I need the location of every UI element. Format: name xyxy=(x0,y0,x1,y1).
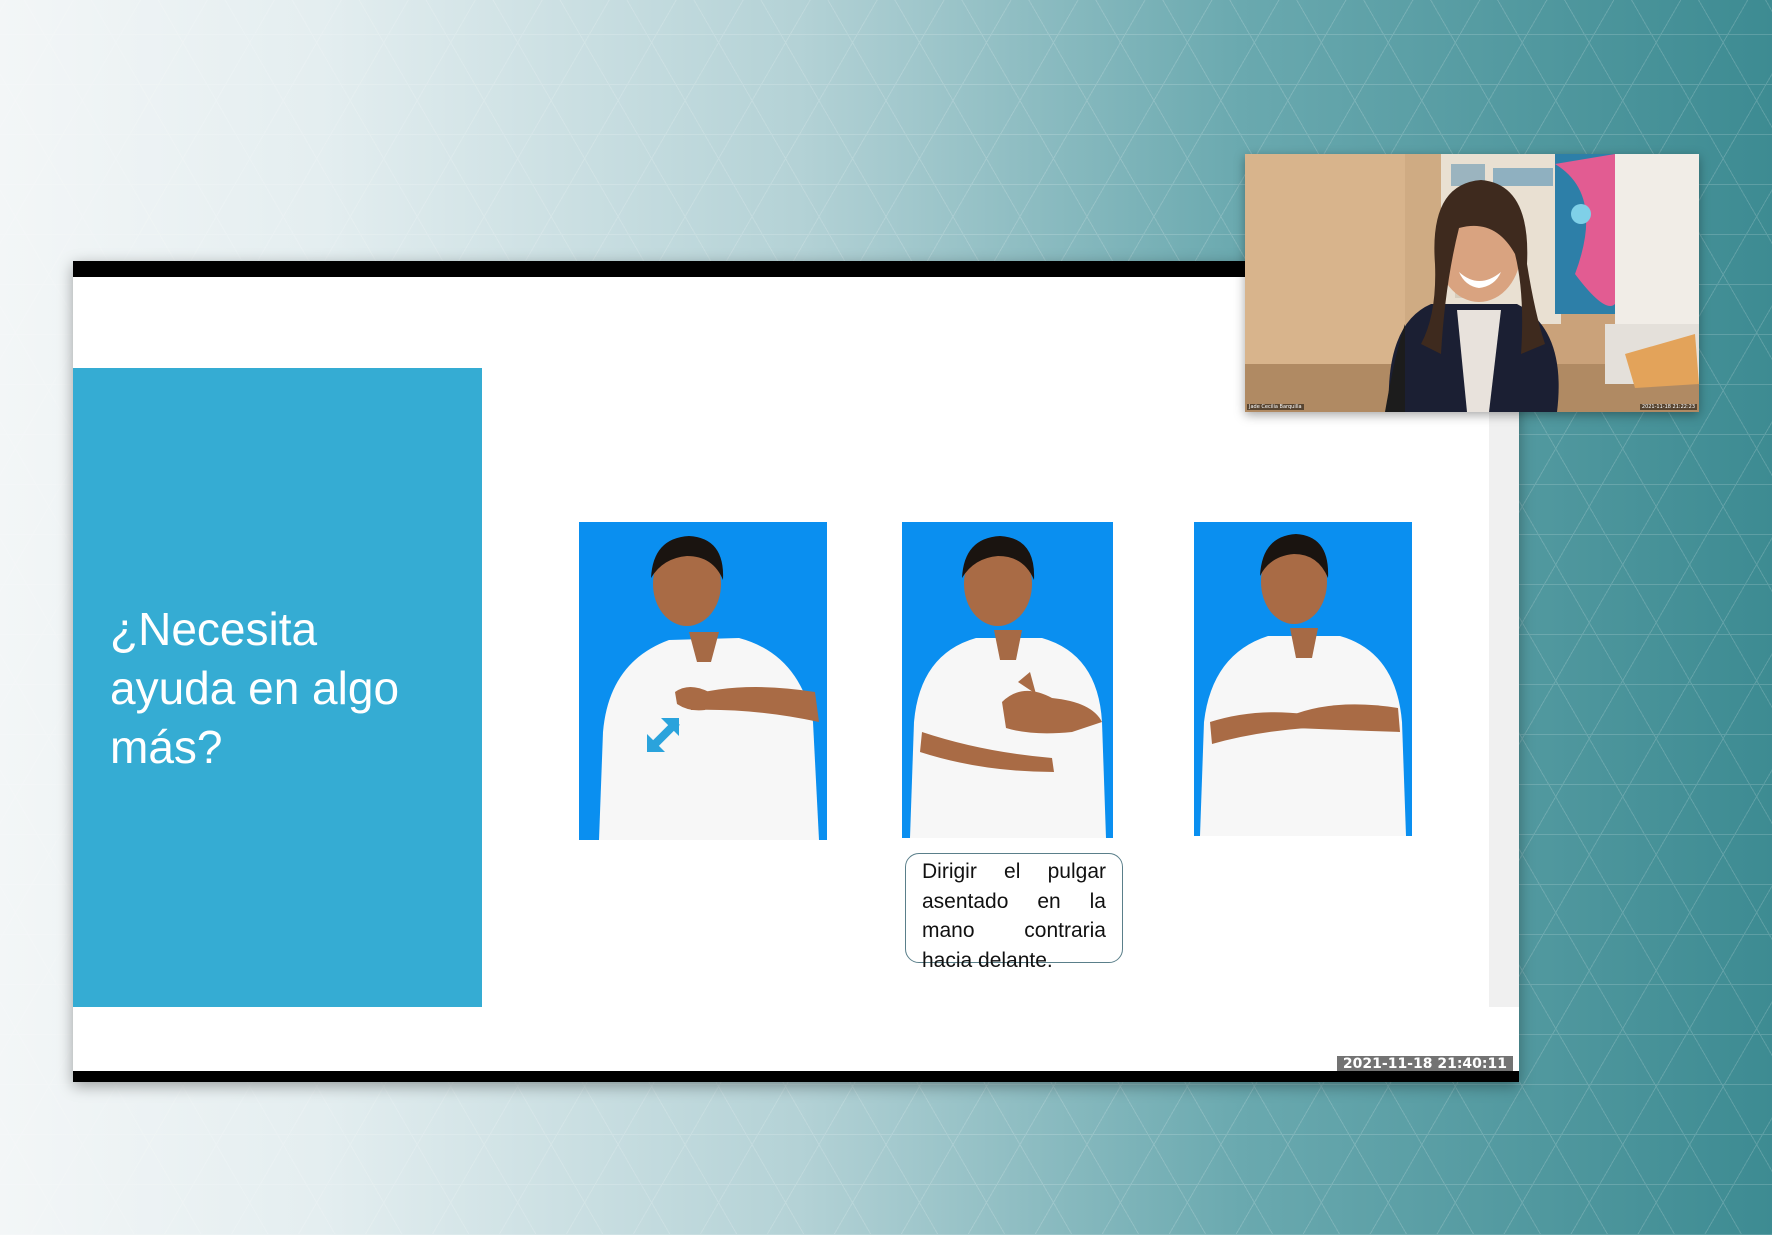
sign-photo-2-image xyxy=(902,522,1113,838)
sign-photo-3 xyxy=(1194,522,1412,836)
sign-photo-2 xyxy=(902,522,1113,838)
sign-caption: Dirigir el pulgar asentado en la mano co… xyxy=(905,853,1123,972)
sign-photo-3-image xyxy=(1194,522,1412,836)
webcam-video-feed xyxy=(1245,154,1699,412)
slide-title: ¿Necesita ayuda en algo más? xyxy=(110,603,400,773)
webcam-video-tile[interactable]: Jade Cecilia Barquilla 2021-11-18 21:22:… xyxy=(1245,154,1699,412)
webcam-timestamp: 2021-11-18 21:22:23 xyxy=(1639,404,1697,410)
participant-name-label: Jade Cecilia Barquilla xyxy=(1247,404,1304,410)
sign-photo-1-image xyxy=(579,522,827,840)
title-panel: ¿Necesita ayuda en algo más? xyxy=(73,368,482,1007)
sign-photo-1 xyxy=(579,522,827,840)
recording-timestamp: 2021-11-18 21:40:11 xyxy=(1336,1056,1513,1072)
